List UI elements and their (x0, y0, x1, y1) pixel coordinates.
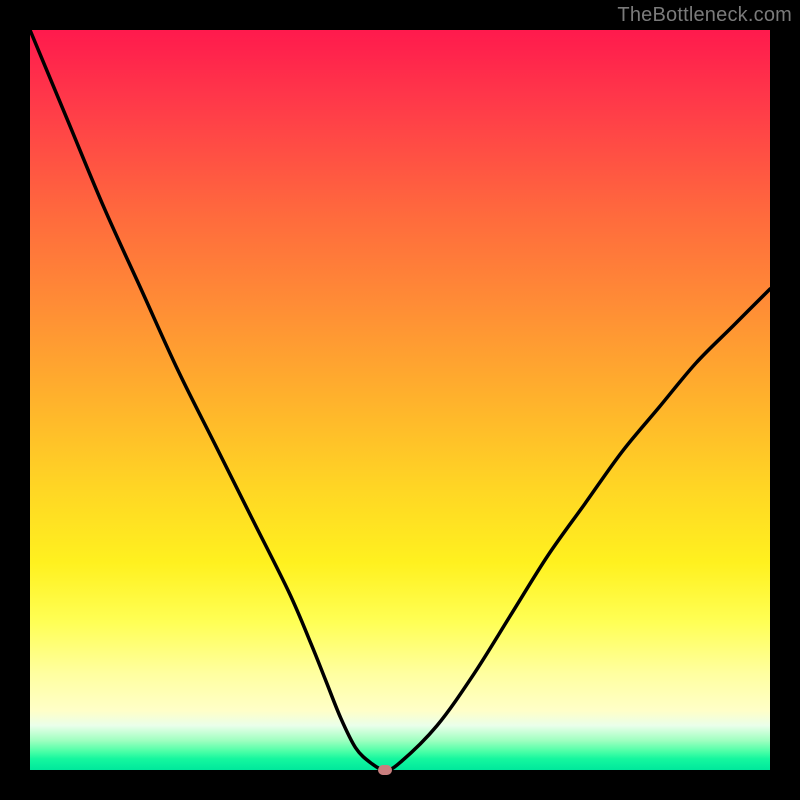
chart-frame: TheBottleneck.com (0, 0, 800, 800)
min-marker (378, 765, 392, 775)
bottleneck-curve (30, 30, 770, 770)
watermark: TheBottleneck.com (617, 4, 792, 27)
curve-layer (30, 30, 770, 770)
